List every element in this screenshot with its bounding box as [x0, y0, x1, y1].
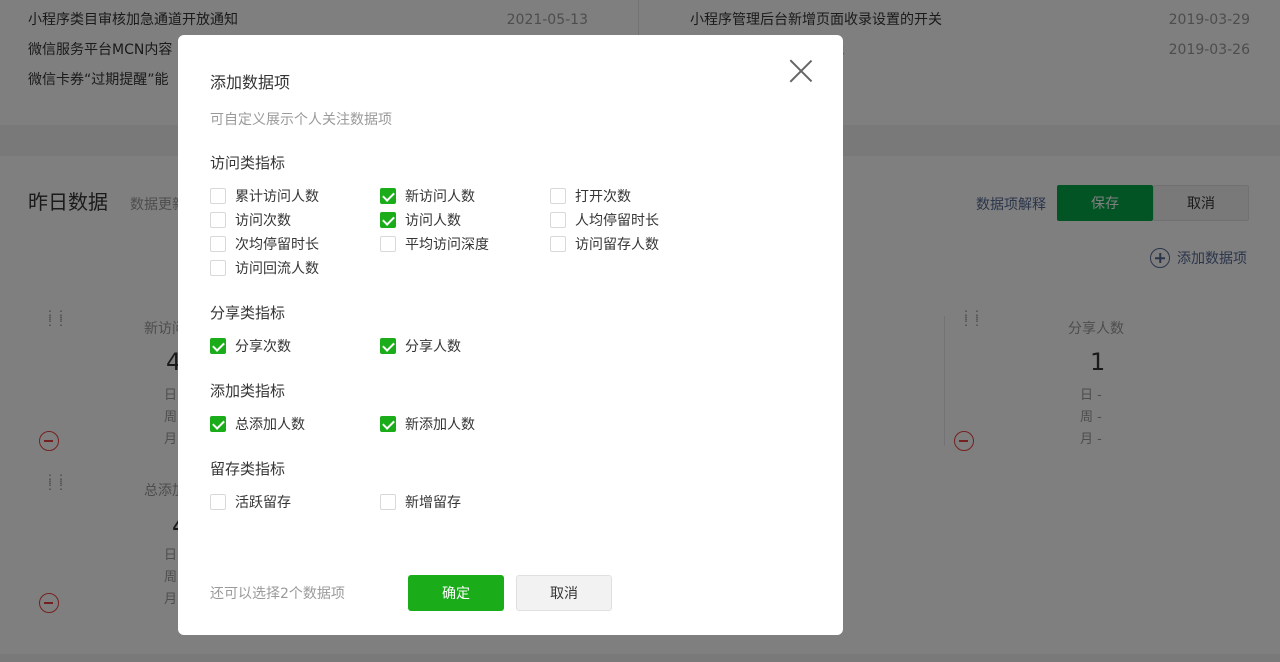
checkbox[interactable]: [210, 260, 226, 276]
option-label: 打开次数: [575, 189, 631, 205]
option-label: 访问人数: [405, 213, 461, 229]
group-title-share: 分享类指标: [210, 304, 286, 322]
checkbox[interactable]: [210, 236, 226, 252]
option-label: 次均停留时长: [235, 237, 319, 253]
option-label: 平均访问深度: [405, 237, 489, 253]
confirm-button[interactable]: 确定: [408, 575, 504, 611]
option-label: 总添加人数: [235, 417, 305, 433]
checkbox[interactable]: [380, 494, 396, 510]
option-new-add-users[interactable]: 新添加人数: [380, 414, 475, 434]
option-active-retention[interactable]: 活跃留存: [210, 492, 291, 512]
close-icon[interactable]: [789, 59, 813, 83]
remaining-count-text: 还可以选择2个数据项: [210, 586, 345, 602]
option-avg-stay-per-user[interactable]: 人均停留时长: [550, 210, 659, 230]
checkbox[interactable]: [210, 338, 226, 354]
option-share-users[interactable]: 分享人数: [380, 336, 461, 356]
dialog-cancel-button[interactable]: 取消: [516, 575, 612, 611]
checkbox[interactable]: [380, 338, 396, 354]
checkbox[interactable]: [550, 188, 566, 204]
option-open-count[interactable]: 打开次数: [550, 186, 631, 206]
dialog-title: 添加数据项: [210, 73, 291, 92]
group-title-add: 添加类指标: [210, 382, 286, 400]
option-label: 新增留存: [405, 495, 461, 511]
dialog-description: 可自定义展示个人关注数据项: [210, 112, 392, 128]
option-avg-visit-depth[interactable]: 平均访问深度: [380, 234, 489, 254]
checkbox[interactable]: [380, 236, 396, 252]
option-visit-retention[interactable]: 访问留存人数: [550, 234, 659, 254]
option-visitors[interactable]: 访问人数: [380, 210, 461, 230]
group-title-retention: 留存类指标: [210, 460, 286, 478]
option-label: 新访问人数: [405, 189, 475, 205]
checkbox[interactable]: [210, 212, 226, 228]
option-label: 新添加人数: [405, 417, 475, 433]
option-visit-count[interactable]: 访问次数: [210, 210, 291, 230]
option-label: 人均停留时长: [575, 213, 659, 229]
option-label: 分享次数: [235, 339, 291, 355]
option-new-visitors[interactable]: 新访问人数: [380, 186, 475, 206]
checkbox[interactable]: [210, 416, 226, 432]
checkbox[interactable]: [550, 236, 566, 252]
option-visit-return[interactable]: 访问回流人数: [210, 258, 319, 278]
checkbox[interactable]: [550, 212, 566, 228]
option-label: 访问回流人数: [235, 261, 319, 277]
option-label: 访问留存人数: [575, 237, 659, 253]
option-label: 分享人数: [405, 339, 461, 355]
checkbox[interactable]: [210, 494, 226, 510]
checkbox[interactable]: [210, 188, 226, 204]
option-cumulative-visitors[interactable]: 累计访问人数: [210, 186, 319, 206]
option-new-retention[interactable]: 新增留存: [380, 492, 461, 512]
option-total-add-users[interactable]: 总添加人数: [210, 414, 305, 434]
option-label: 访问次数: [235, 213, 291, 229]
option-label: 活跃留存: [235, 495, 291, 511]
group-title-visit: 访问类指标: [210, 154, 286, 172]
option-share-count[interactable]: 分享次数: [210, 336, 291, 356]
add-data-item-dialog: 添加数据项 可自定义展示个人关注数据项 访问类指标 累计访问人数 新访问人数 打…: [178, 35, 843, 635]
checkbox[interactable]: [380, 188, 396, 204]
checkbox[interactable]: [380, 416, 396, 432]
checkbox[interactable]: [380, 212, 396, 228]
option-label: 累计访问人数: [235, 189, 319, 205]
option-avg-stay-per-visit[interactable]: 次均停留时长: [210, 234, 319, 254]
